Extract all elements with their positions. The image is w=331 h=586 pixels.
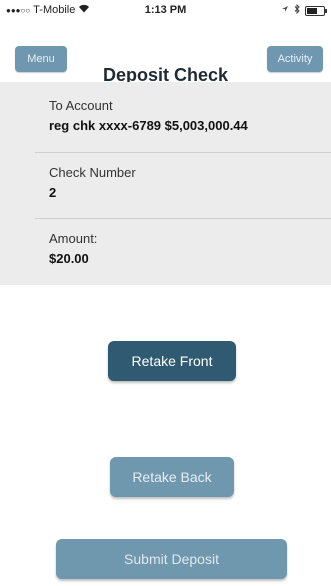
amount-row[interactable]: Amount: $20.00 bbox=[35, 219, 331, 285]
activity-button[interactable]: Activity bbox=[267, 46, 323, 72]
deposit-form: To Account reg chk xxxx-6789 $5,003,000.… bbox=[0, 82, 331, 285]
submit-deposit-button[interactable]: Submit Deposit bbox=[56, 539, 287, 579]
check-number-value: 2 bbox=[49, 185, 57, 200]
battery-fill bbox=[307, 7, 317, 14]
status-right bbox=[281, 3, 327, 17]
retake-back-button[interactable]: Retake Back bbox=[110, 457, 234, 497]
bluetooth-icon bbox=[294, 3, 300, 17]
location-icon bbox=[281, 5, 289, 16]
battery-icon bbox=[305, 5, 327, 16]
to-account-row[interactable]: To Account reg chk xxxx-6789 $5,003,000.… bbox=[35, 82, 331, 153]
nav-bar: Menu Deposit Check Activity bbox=[0, 20, 331, 85]
check-number-row[interactable]: Check Number 2 bbox=[35, 153, 331, 219]
status-bar: ●●●○○ T-Mobile 1:13 PM bbox=[0, 0, 331, 20]
to-account-label: To Account bbox=[49, 98, 113, 113]
check-number-label: Check Number bbox=[49, 165, 136, 180]
retake-front-button[interactable]: Retake Front bbox=[108, 341, 236, 381]
amount-value: $20.00 bbox=[49, 251, 89, 266]
amount-label: Amount: bbox=[49, 231, 98, 246]
to-account-value: reg chk xxxx-6789 $5,003,000.44 bbox=[49, 118, 248, 133]
